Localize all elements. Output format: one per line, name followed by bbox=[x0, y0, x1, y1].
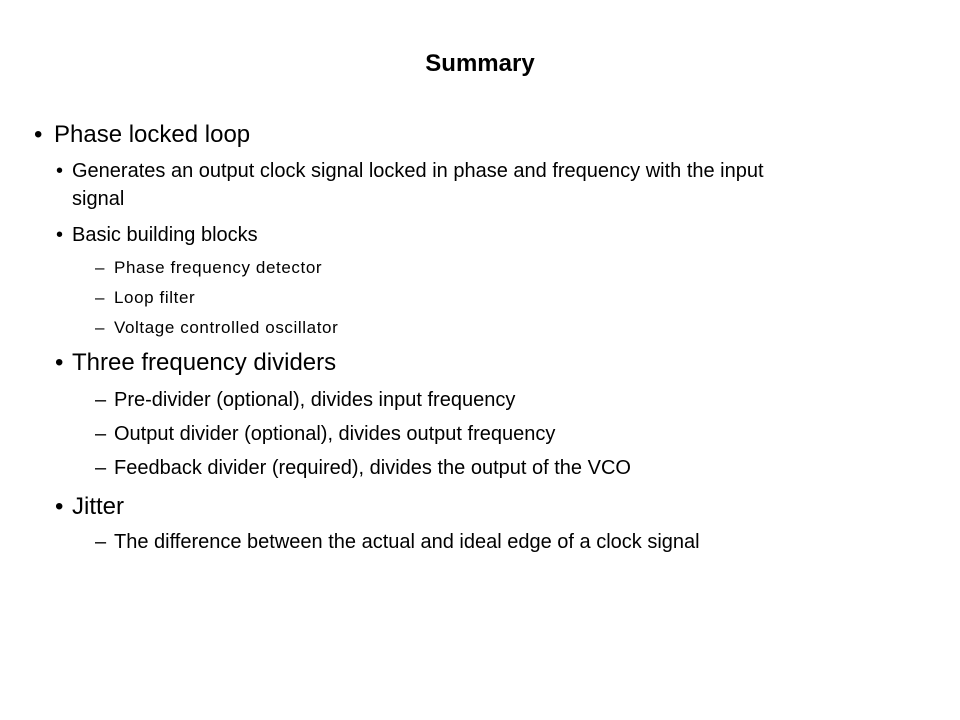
slide-title: Summary bbox=[425, 50, 535, 77]
dash-marker: – bbox=[95, 258, 105, 277]
list-item-level2: Generates an output clock signal locked … bbox=[72, 160, 764, 182]
bullet-marker: • bbox=[55, 349, 64, 376]
list-item-level2: Three frequency dividers bbox=[72, 349, 337, 376]
dash-marker: – bbox=[95, 457, 107, 479]
dash-marker: – bbox=[95, 318, 105, 337]
bullet-marker: • bbox=[34, 121, 43, 148]
dash-marker: – bbox=[95, 423, 107, 445]
list-item-level3: Output divider (optional), divides outpu… bbox=[114, 423, 556, 445]
list-item-continuation: signal bbox=[72, 188, 125, 210]
list-item-level3: Loop filter bbox=[114, 288, 196, 307]
bullet-marker: • bbox=[55, 493, 64, 520]
list-item-level2: Jitter bbox=[72, 493, 125, 520]
list-item-level3: The difference between the actual and id… bbox=[114, 531, 700, 553]
list-item-level3: Phase frequency detector bbox=[114, 258, 323, 277]
list-item-level3: Pre-divider (optional), divides input fr… bbox=[114, 389, 516, 411]
bullet-marker: • bbox=[56, 160, 64, 182]
list-item-level3: Voltage controlled oscillator bbox=[114, 318, 339, 337]
dash-marker: – bbox=[95, 288, 105, 307]
dash-marker: – bbox=[95, 389, 107, 411]
list-item-level1: Phase locked loop bbox=[54, 121, 251, 148]
dash-marker: – bbox=[95, 531, 107, 553]
list-item-level3: Feedback divider (required), divides the… bbox=[114, 457, 631, 479]
bullet-marker: • bbox=[56, 224, 64, 246]
list-item-level2: Basic building blocks bbox=[72, 224, 258, 246]
